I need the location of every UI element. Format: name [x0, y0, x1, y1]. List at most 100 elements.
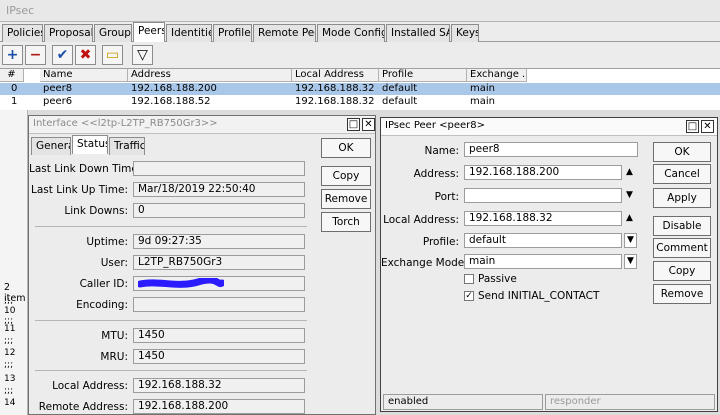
winbox-window: IPsec Policies Proposals Groups Peers Id…: [0, 0, 720, 415]
tab-policies[interactable]: Policies: [2, 24, 43, 42]
table-row[interactable]: 0 peer8 192.168.188.200 192.168.188.32 d…: [0, 83, 720, 95]
list-item: 11: [4, 324, 16, 334]
encoding-label: Encoding:: [76, 299, 128, 311]
tab-groups[interactable]: Groups: [94, 24, 132, 42]
link-downs-field: 0: [133, 203, 305, 218]
passive-label: Passive: [478, 273, 517, 285]
uptime-label: Uptime:: [86, 236, 128, 248]
port-input[interactable]: [464, 188, 622, 203]
disable-button[interactable]: ✖: [75, 45, 96, 65]
dropdown-arrow-icon[interactable]: ▼: [624, 254, 637, 269]
table-row[interactable]: 1 peer6 192.168.188.52 192.168.188.32 de…: [0, 96, 720, 108]
status-responder: responder: [545, 394, 715, 410]
col-exchange[interactable]: Exchange ...: [467, 69, 527, 82]
divider: [35, 370, 307, 371]
remove-button[interactable]: Remove: [321, 189, 371, 209]
uptime-field: 9d 09:27:35: [133, 234, 305, 249]
close-button[interactable]: ✕: [362, 118, 375, 131]
link-downs-label: Link Downs:: [64, 205, 128, 217]
profile-select[interactable]: default: [464, 233, 622, 248]
row-address: 192.168.188.52: [131, 96, 211, 107]
peer-dialog-title: IPsec Peer <peer8>: [381, 118, 717, 136]
list-item: 12: [4, 348, 16, 358]
ok-button[interactable]: OK: [653, 142, 711, 162]
window-title: IPsec: [0, 0, 720, 22]
list-item: ;;;: [4, 386, 14, 396]
disable-button[interactable]: Disable: [653, 216, 711, 236]
local-address-field: 192.168.188.32: [133, 378, 305, 393]
row-exchange: main: [470, 96, 495, 107]
tab-remote-peers[interactable]: Remote Peers: [253, 24, 316, 42]
tab-mode-configs[interactable]: Mode Configs: [317, 24, 385, 42]
user-field: L2TP_RB750Gr3: [133, 255, 305, 270]
collapse-arrow-icon[interactable]: ▲: [626, 167, 633, 177]
col-address[interactable]: Address: [128, 69, 292, 82]
note-icon: ▭: [105, 47, 120, 63]
col-index[interactable]: #: [0, 69, 24, 82]
tab-profiles[interactable]: Profiles: [213, 24, 252, 42]
enable-button[interactable]: ✔: [52, 45, 73, 65]
tab-keys[interactable]: Keys: [451, 24, 479, 42]
caller-id-label: Caller ID:: [79, 278, 128, 290]
apply-button[interactable]: Apply: [653, 188, 711, 208]
mru-field: 1450: [133, 349, 305, 364]
torch-button[interactable]: Torch: [321, 212, 371, 232]
tab-installed-sas[interactable]: Installed SAs: [386, 24, 450, 42]
cross-icon: ✖: [79, 47, 92, 63]
row-name: peer8: [43, 83, 73, 94]
maximize-button[interactable]: □: [347, 118, 360, 131]
minus-icon: −: [29, 47, 42, 63]
tab-proposals[interactable]: Proposals: [44, 24, 93, 42]
copy-button[interactable]: Copy: [321, 166, 371, 186]
ok-button[interactable]: OK: [321, 138, 371, 158]
cancel-button[interactable]: Cancel: [653, 164, 711, 184]
col-profile[interactable]: Profile: [379, 69, 467, 82]
row-index: 0: [11, 83, 18, 94]
collapse-arrow-icon[interactable]: ▲: [626, 213, 633, 223]
copy-button[interactable]: Copy: [653, 261, 711, 281]
redaction-scribble-icon: [138, 278, 224, 288]
address-label: Address:: [413, 168, 459, 180]
maximize-button[interactable]: □: [686, 120, 699, 133]
row-name: peer6: [43, 96, 73, 107]
list-item: 10: [4, 306, 16, 316]
last-down-label: Last Link Down Time:: [29, 163, 142, 175]
tab-identities[interactable]: Identities: [166, 24, 212, 42]
tab-status[interactable]: Status: [72, 135, 108, 154]
tab-traffic[interactable]: Traffic: [109, 137, 145, 155]
filter-button[interactable]: ▽: [132, 45, 153, 65]
ipsec-peer-dialog: IPsec Peer <peer8> □ ✕ Name: peer8 Addre…: [380, 117, 718, 412]
send-initial-contact-label: Send INITIAL_CONTACT: [478, 290, 600, 302]
remove-button[interactable]: −: [25, 45, 46, 65]
interface-dialog: Interface <<l2tp-L2TP_RB750Gr3>> □ ✕ Gen…: [28, 115, 376, 415]
encoding-field: [133, 297, 305, 312]
passive-checkbox[interactable]: [464, 274, 474, 284]
remote-address-field: 192.168.188.200: [133, 399, 305, 414]
profile-label: Profile:: [422, 236, 459, 248]
mtu-label: MTU:: [101, 330, 128, 342]
local-address-label: Local Address:: [52, 380, 128, 392]
filter-icon: ▽: [137, 47, 148, 63]
comment-button[interactable]: Comment: [653, 238, 711, 258]
add-button[interactable]: +: [2, 45, 23, 65]
divider: [35, 320, 307, 321]
close-button[interactable]: ✕: [701, 120, 714, 133]
divider: [35, 226, 307, 227]
tab-general[interactable]: General: [31, 137, 71, 155]
local-address-input[interactable]: 192.168.188.32: [464, 211, 622, 226]
col-name[interactable]: Name: [40, 69, 128, 82]
exchange-mode-select[interactable]: main: [464, 254, 622, 269]
col-local-address[interactable]: Local Address: [292, 69, 379, 82]
remove-button[interactable]: Remove: [653, 284, 711, 304]
last-up-field: Mar/18/2019 22:50:40: [133, 182, 305, 197]
list-item: 13: [4, 374, 16, 384]
tab-peers[interactable]: Peers: [133, 22, 165, 43]
interface-dialog-title: Interface <<l2tp-L2TP_RB750Gr3>>: [29, 116, 375, 134]
dropdown-arrow-icon[interactable]: ▼: [624, 233, 637, 248]
address-input[interactable]: 192.168.188.200: [464, 165, 622, 180]
list-item: 14: [4, 398, 16, 408]
comment-button[interactable]: ▭: [102, 45, 123, 65]
name-input[interactable]: peer8: [464, 142, 638, 157]
send-initial-contact-checkbox[interactable]: ✓: [464, 291, 474, 301]
expand-arrow-icon[interactable]: ▼: [626, 190, 633, 200]
